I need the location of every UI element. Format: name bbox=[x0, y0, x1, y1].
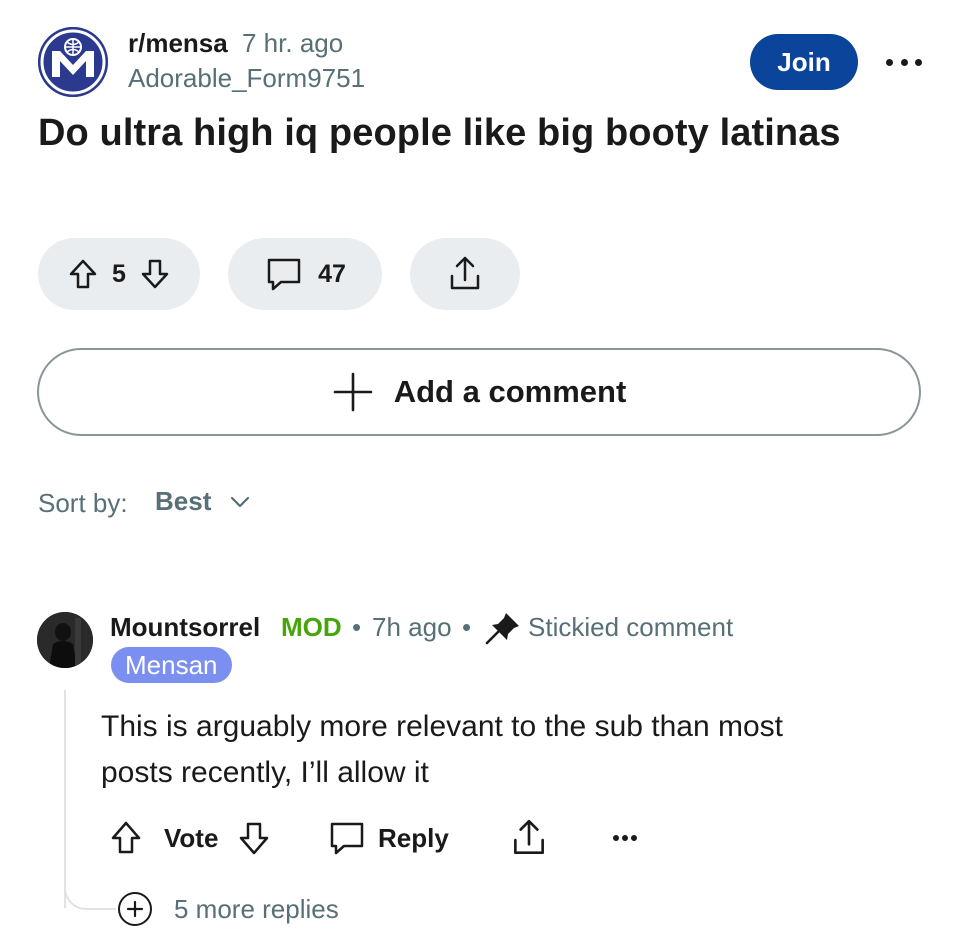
comment-time: 7h ago bbox=[372, 612, 452, 642]
comment-body: This is arguably more relevant to the su… bbox=[101, 710, 784, 789]
subreddit-avatar[interactable] bbox=[38, 27, 108, 97]
add-comment-label: Add a comment bbox=[393, 374, 627, 409]
vote-label: Vote bbox=[164, 822, 219, 853]
reply-label: Reply bbox=[378, 822, 449, 853]
pin-icon bbox=[485, 613, 519, 645]
comment-more-button[interactable] bbox=[612, 814, 638, 862]
user-flair: Mensan bbox=[111, 647, 232, 683]
avatar[interactable] bbox=[37, 612, 93, 668]
more-horizontal-icon bbox=[613, 835, 637, 841]
downvote-button[interactable] bbox=[140, 258, 170, 290]
comment-icon bbox=[267, 258, 301, 291]
plus-circle-icon bbox=[118, 892, 152, 926]
post-author[interactable]: Adorable_Form9751 bbox=[128, 63, 365, 94]
upvote-icon bbox=[111, 821, 141, 854]
stickied-label: Stickied comment bbox=[528, 612, 734, 642]
post-time: 7 hr. ago bbox=[242, 28, 344, 58]
subreddit-name[interactable]: r/mensa bbox=[128, 28, 228, 59]
vote-bar: 5 bbox=[38, 238, 200, 310]
sort-dropdown[interactable]: Best bbox=[155, 486, 251, 517]
vote-score: 5 bbox=[112, 259, 126, 288]
more-replies-label: 5 more replies bbox=[174, 893, 339, 924]
chevron-down-icon bbox=[231, 496, 250, 507]
comment-upvote-button[interactable] bbox=[110, 820, 142, 856]
share-button[interactable] bbox=[410, 238, 520, 310]
comment-downvote-button[interactable] bbox=[238, 820, 270, 856]
comment-author[interactable]: Mountsorrel bbox=[110, 612, 260, 643]
comment-vote-bar: Vote bbox=[110, 814, 270, 862]
more-options-button[interactable] bbox=[886, 52, 922, 72]
meta-separator: • bbox=[462, 612, 472, 642]
comment-share-button[interactable] bbox=[510, 814, 548, 862]
user-avatar-image bbox=[37, 612, 93, 668]
upvote-button[interactable] bbox=[68, 258, 98, 290]
sort-value: Best bbox=[155, 486, 212, 516]
share-icon bbox=[450, 256, 480, 290]
mod-badge: MOD bbox=[281, 612, 342, 642]
sort-label: Sort by: bbox=[38, 488, 128, 518]
post-title: Do ultra high iq people like big booty l… bbox=[38, 112, 841, 154]
mensa-logo-icon bbox=[38, 27, 108, 97]
more-replies-button[interactable]: 5 more replies bbox=[118, 892, 339, 926]
downvote-icon bbox=[240, 822, 269, 855]
reply-icon bbox=[330, 822, 364, 855]
join-button[interactable]: Join bbox=[750, 34, 858, 90]
comments-button[interactable]: 47 bbox=[228, 238, 382, 310]
meta-separator: • bbox=[352, 612, 362, 642]
comment-count: 47 bbox=[318, 259, 346, 288]
share-icon bbox=[514, 819, 544, 855]
upvote-icon bbox=[69, 259, 97, 289]
add-comment-button[interactable]: Add a comment bbox=[37, 348, 921, 436]
plus-icon bbox=[333, 372, 373, 412]
reply-button[interactable]: Reply bbox=[328, 814, 449, 862]
downvote-icon bbox=[141, 259, 169, 289]
more-horizontal-icon bbox=[886, 58, 893, 66]
thread-connector bbox=[64, 870, 116, 910]
